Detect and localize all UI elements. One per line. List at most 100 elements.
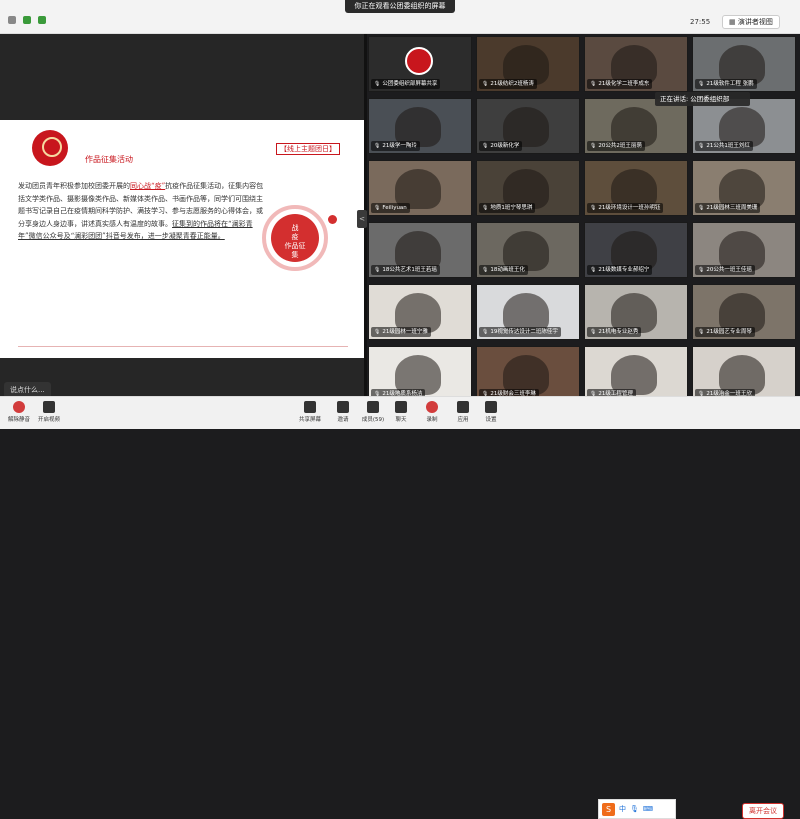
participant-tile[interactable]: 21级地质系杨洁 (368, 346, 472, 402)
record-icon (426, 401, 438, 413)
shared-screen: 作品征集活动 【线上主题团日】 发动团员青年积极参加校团委开展的同心战“疫”抗疫… (0, 34, 364, 398)
share-title: 你正在观看公团委组织的屏幕 (345, 0, 455, 13)
stamp-line-3: 作品征 (284, 242, 306, 250)
participant-tile[interactable]: 21级软件工程 张鹏 (692, 36, 796, 92)
body-highlight: 同心战“疫” (130, 182, 166, 190)
participant-tile[interactable]: 21级园林三班周美珊 (692, 160, 796, 216)
participant-name: 21公共1班王刘红 (695, 141, 753, 151)
slide-divider (18, 346, 348, 347)
participant-tile[interactable]: 20公共一班王佳瑶 (692, 222, 796, 278)
participant-name: 18公共艺术1班王若瑶 (371, 265, 440, 275)
chat-button[interactable]: 聊天 (384, 401, 418, 423)
keyboard-icon[interactable]: ⌨ (643, 805, 653, 813)
participant-tile[interactable]: 21级化学二班李成东 (584, 36, 688, 92)
invite-icon (337, 401, 349, 413)
participant-name: 21级化学二班李成东 (587, 79, 653, 89)
record-button[interactable]: 录制 (415, 401, 449, 423)
top-left-icons (8, 16, 46, 24)
signal-icon[interactable] (38, 16, 46, 24)
collapse-arrow-icon[interactable]: < (357, 210, 367, 228)
participant-tile[interactable]: 21级财会三班李琳 (476, 346, 580, 402)
participant-name: Feiliyuan (371, 203, 410, 213)
microphone-icon[interactable]: 🎙 (630, 805, 639, 813)
participant-name: 21级环境设计一班孙明钰 (587, 203, 664, 213)
bottom-toolbar: 解除静音 开启视频 共享屏幕 邀请 成员(59) 聊天 录制 应用 设置 S 中 🎙… (0, 396, 800, 819)
participant-tile[interactable]: 21级学一陶玲 (368, 98, 472, 154)
participant-tile[interactable]: 公团委组织部屏幕共享 (368, 36, 472, 92)
participant-name: 21级学一陶玲 (371, 141, 420, 151)
info-icon[interactable] (8, 16, 16, 24)
participant-tile[interactable]: 21级纺织2班杨涛 (476, 36, 580, 92)
slide-body: 发动团员青年积极参加校团委开展的同心战“疫”抗疫作品征集活动，征集内容包括文学类… (18, 180, 268, 243)
stamp-badge: 战 疫 作品征 集 (262, 205, 328, 271)
microphone-muted-icon (13, 401, 25, 413)
participant-tile[interactable]: 21级园林一班宁雅 (368, 284, 472, 340)
view-toggle-button[interactable]: 演讲者视图 (722, 15, 780, 29)
stamp-line-1: 战 (291, 224, 299, 232)
ime-mode[interactable]: 中 (619, 804, 626, 814)
participant-name: 20级新化学 (479, 141, 523, 151)
participant-name: 18动画班王化 (479, 265, 528, 275)
chat-icon (395, 401, 407, 413)
invite-button[interactable]: 邀请 (326, 401, 360, 423)
sogou-icon: S (602, 802, 615, 816)
share-screen-button[interactable]: 共享屏幕 (293, 401, 327, 423)
gear-icon (485, 401, 497, 413)
stamp-line-2: 疫 (291, 233, 299, 241)
members-label: 成员(59) (361, 417, 385, 423)
participant-name: 20公共2班王丽萌 (587, 141, 645, 151)
participant-tile[interactable]: 21公共1班王刘红 (692, 98, 796, 154)
screen-share-icon (304, 401, 316, 413)
settings-button[interactable]: 设置 (474, 401, 508, 423)
apps-icon (457, 401, 469, 413)
meeting-timer: 27:55 (690, 18, 711, 26)
stamp-text: 战 疫 作品征 集 (271, 214, 319, 262)
invite-label: 邀请 (337, 417, 349, 423)
participant-tile[interactable]: 21级环境设计一班孙明钰 (584, 160, 688, 216)
members-icon (367, 401, 379, 413)
slide-heading: 作品征集活动 (85, 155, 133, 164)
participant-tile[interactable]: 20公共2班王丽萌 (584, 98, 688, 154)
input-method-bar[interactable]: S 中 🎙 ⌨ (598, 799, 676, 819)
participant-tile[interactable]: 18公共艺术1班王若瑶 (368, 222, 472, 278)
participant-name: 21级数媒专业郝绍宁 (587, 265, 653, 275)
participant-tile[interactable]: 地质1班宁琴思琪 (476, 160, 580, 216)
participant-name: 20公共一班王佳瑶 (695, 265, 755, 275)
chat-label: 聊天 (395, 417, 407, 423)
participant-name: 19视觉传达设计二班陈佳宇 (479, 327, 561, 337)
presentation-slide: 作品征集活动 【线上主题团日】 发动团员青年积极参加校团委开展的同心战“疫”抗疫… (0, 120, 364, 358)
participant-name: 21级园林一班宁雅 (371, 327, 431, 337)
participant-tile[interactable]: 20级新化学 (476, 98, 580, 154)
decor-dot (328, 215, 337, 224)
unmute-button[interactable]: 解除静音 (2, 401, 36, 423)
participant-name: 21机电专业赵秀 (587, 327, 642, 337)
participant-name: 公团委组织部屏幕共享 (371, 79, 441, 89)
video-button[interactable]: 开启视频 (32, 401, 66, 423)
leave-meeting-button[interactable]: 离开会议 (742, 803, 784, 819)
participant-tile[interactable]: 19视觉传达设计二班陈佳宇 (476, 284, 580, 340)
participant-grid: 公团委组织部屏幕共享 21级纺织2班杨涛 21级化学二班李成东 21级软件工程 张鹏 2… (368, 36, 800, 402)
speaking-tooltip: 正在讲话: 公团委组织部 (655, 92, 750, 106)
league-emblem-icon (405, 47, 433, 75)
participant-tile[interactable]: 21机电专业赵秀 (584, 284, 688, 340)
top-bar: 你正在观看公团委组织的屏幕 27:55 演讲者视图 (0, 0, 800, 34)
online-tag: 【线上主题团日】 (276, 143, 340, 155)
participant-tile[interactable]: 21级工程管理 (584, 346, 688, 402)
participant-name: 21级园林三班周美珊 (695, 203, 761, 213)
participant-name: 21级软件工程 张鹏 (695, 79, 757, 89)
participant-tile[interactable]: 18动画班王化 (476, 222, 580, 278)
participant-tile[interactable]: 21级园艺专业周琴 (692, 284, 796, 340)
record-label: 录制 (426, 417, 438, 423)
unmute-label: 解除静音 (7, 417, 30, 423)
stamp-line-4: 集 (291, 251, 299, 259)
participant-name: 地质1班宁琴思琪 (479, 203, 536, 213)
body-part-1: 发动团员青年积极参加校团委开展的 (18, 182, 130, 190)
apps-label: 应用 (457, 417, 469, 423)
share-label: 共享屏幕 (298, 417, 321, 423)
participant-tile[interactable]: Feiliyuan (368, 160, 472, 216)
settings-label: 设置 (485, 417, 497, 423)
camera-icon (43, 401, 55, 413)
participant-tile[interactable]: 21级冶金一班王欣 (692, 346, 796, 402)
shield-icon[interactable] (23, 16, 31, 24)
participant-tile[interactable]: 21级数媒专业郝绍宁 (584, 222, 688, 278)
